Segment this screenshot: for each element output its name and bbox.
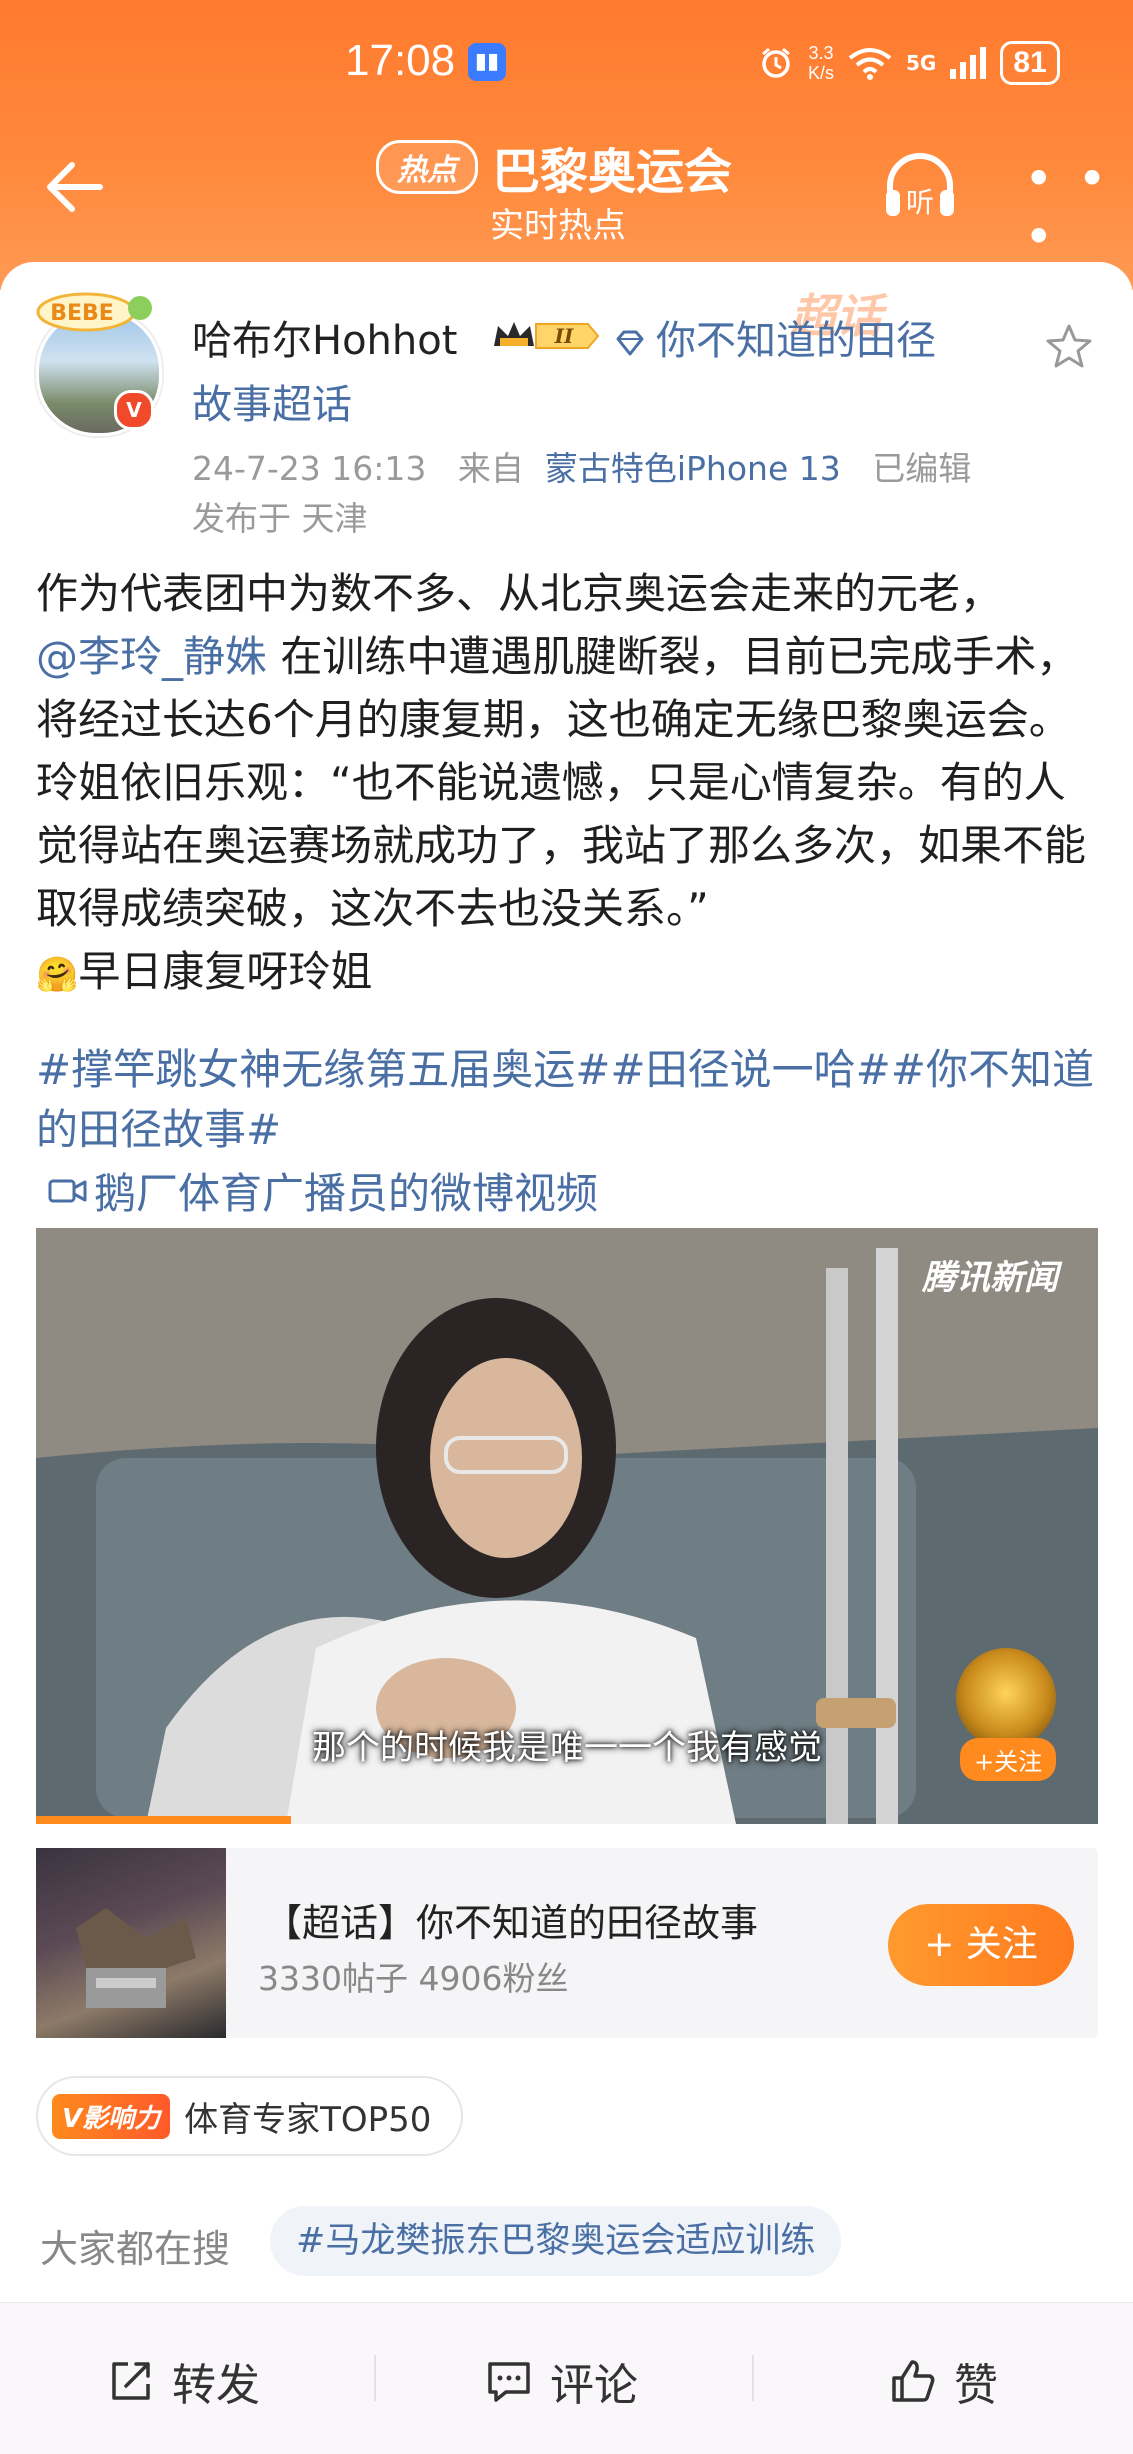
star-icon[interactable] [1044,322,1094,372]
back-icon[interactable] [40,152,110,222]
avatar-decoration: BEBE [36,292,152,332]
hot-badge: 热点 [376,140,478,194]
super-topic-link-cont[interactable]: 故事超话 [192,372,352,430]
super-topic-follow-button[interactable]: + 关注 [888,1904,1074,1986]
page-title: 巴黎奥运会 [492,144,733,200]
post-text-p3: 早日康复呀玲姐 [78,947,373,996]
page-subtitle: 实时热点 [490,206,626,246]
repost-button[interactable]: 转发 [106,2349,260,2413]
super-topic-name: 你不知道的田径 [656,318,936,364]
post-source-device[interactable]: 蒙古特色iPhone 13 [545,449,841,488]
divider [752,2355,754,2401]
username[interactable]: 哈布尔Hohhot [192,308,457,366]
svg-text:II: II [554,324,574,348]
wifi-icon [848,48,892,80]
influence-tag[interactable]: V影响力 体育专家TOP50 [36,2076,464,2156]
divider [374,2355,376,2401]
like-button[interactable]: 赞 [888,2349,998,2413]
super-topic-thumbnail [36,1848,226,2038]
post-location: 发布于 天津 [192,499,368,538]
super-topic-stats: 3330帖子 4906粉丝 [258,1959,569,1998]
video-player[interactable]: 腾讯新闻 那个的时候我是唯一一个我有感觉 +关注 [36,1228,1098,1824]
influence-badge: V影响力 [52,2093,171,2139]
like-icon [892,2360,935,2402]
from-label: 来自 [457,449,524,488]
video-author-avatar[interactable] [956,1648,1056,1748]
comment-label: 评论 [550,2360,638,2411]
super-topic-title: 【超话】你不知道的田径故事 [264,1901,759,1945]
edited-label[interactable]: 已编辑 [872,449,971,488]
net-speed: 3.3 K/s [808,43,835,83]
trending-search-label: 大家都在搜 [40,2227,231,2271]
avatar[interactable]: BEBE V [36,290,162,436]
influence-text: 体育专家TOP50 [184,2099,432,2140]
video-follow-button[interactable]: +关注 [960,1738,1057,1781]
signal-icon [950,47,987,79]
gem-icon [616,330,644,356]
battery-indicator: 81 [1000,41,1060,85]
like-label: 赞 [954,2360,998,2411]
trending-search-chip[interactable]: #马龙樊振东巴黎奥运会适应训练 [270,2206,842,2276]
vip-crown-icon: II [494,322,600,349]
video-progress-bar[interactable] [36,1816,291,1824]
network-type: 5G [906,51,937,75]
alarm-icon [762,47,790,78]
video-call-icon: ▮▮ [468,43,506,81]
repost-icon [112,2362,150,2400]
svg-text:听: 听 [906,186,934,219]
mention-link[interactable]: @李玲_静姝 [36,632,267,681]
video-camera-icon [48,1179,87,1202]
verified-badge: V [114,390,154,430]
nav-title-group[interactable]: 热点 巴黎奥运会 [376,132,732,202]
post-text: 作为代表团中为数不多、从北京奥运会走来的元老， @李玲_静姝 在训练中遭遇肌腱断… [36,562,1102,1007]
action-bar: 转发 评论 赞 [0,2302,1133,2454]
hug-emoji: 🤗 [36,955,79,995]
status-time: 17:08 [345,36,456,85]
status-icons: 3.3 K/s 5G 81 [758,38,1060,88]
super-topic-card[interactable]: 【超话】你不知道的田径故事 3330帖子 4906粉丝 + 关注 [36,1848,1098,2038]
status-bar: 17:08 ▮▮ 3.3 K/s 5G 81 [0,28,1133,98]
hashtag-links[interactable]: #撑竿跳女神无缘第五届奥运##田径说一哈##你不知道的田径故事# [36,1040,1102,1160]
headphone-icon[interactable]: 听 [880,150,960,226]
post-timestamp: 24-7-23 16:13 [192,449,427,488]
video-source-label: 鹅厂体育广播员的微博视频 [94,1169,599,1218]
more-icon[interactable]: • • • [1024,150,1133,266]
video-subtitle: 那个的时候我是唯一一个我有感觉 [312,1728,822,1768]
svg-text:BEBE: BEBE [50,301,114,326]
video-source-link[interactable]: 鹅厂体育广播员的微博视频 [48,1160,598,1221]
comment-icon [488,2362,530,2402]
post-meta: 24-7-23 16:13 来自 蒙古特色iPhone 13 已编辑 [192,442,971,490]
repost-label: 转发 [172,2360,260,2411]
super-topic-link[interactable]: 你不知道的田径 [614,308,936,366]
post-text-p1a: 作为代表团中为数不多、从北京奥运会走来的元老， [36,569,1003,618]
video-brand-watermark: 腾讯新闻 [922,1258,1058,1298]
comment-button[interactable]: 评论 [484,2349,638,2413]
post-text-p2: 玲姐依旧乐观：“也不能说遗憾，只是心情复杂。有的人觉得站在奥运赛场就成功了，我站… [36,758,1087,933]
top-header: 17:08 ▮▮ 3.3 K/s 5G 81 热点 巴黎奥运会 实时热点 听 • … [0,0,1133,290]
